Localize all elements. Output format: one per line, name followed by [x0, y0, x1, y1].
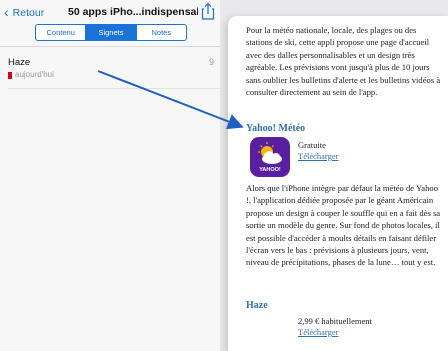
app-icon-text: YAHOO! [259, 167, 281, 173]
bookmark-flag-icon [8, 72, 12, 79]
app-price: 2,99 € habituellement [298, 316, 372, 326]
share-icon[interactable] [200, 2, 216, 20]
download-link[interactable]: Télécharger [298, 151, 338, 161]
article-description: Alors que l'iPhone intègre par défaut la… [246, 183, 441, 268]
app-heading-yahoo: Yahoo! Météo [246, 123, 306, 134]
tab-notes[interactable]: Notes [137, 25, 186, 40]
download-link[interactable]: Télécharger [298, 327, 338, 337]
bookmarks-panel: ‹Retour 50 apps iPho...indispensables Co… [0, 0, 220, 351]
tab-contenu[interactable]: Contenu [36, 25, 87, 40]
chevron-left-icon: ‹ [4, 4, 9, 20]
yahoo-weather-app-icon: YAHOO! [250, 137, 290, 177]
article-intro: Pour la météo nationale, locale, des pla… [246, 25, 441, 98]
book-title: 50 apps iPho...indispensables [68, 6, 198, 18]
bookmark-page-number: 9 [208, 57, 214, 67]
bookmark-item[interactable]: Haze 9 aujourd'hui [0, 47, 220, 89]
divider [8, 88, 220, 89]
back-label: Retour [12, 7, 45, 19]
app-heading-haze: Haze [246, 300, 268, 311]
navigation-bar: ‹Retour 50 apps iPho...indispensables Co… [0, 0, 220, 44]
bookmark-date: aujourd'hui [15, 70, 54, 79]
tab-signets[interactable]: Signets [86, 25, 137, 40]
back-button[interactable]: ‹ Retour [4, 3, 44, 21]
segmented-control: Contenu Signets Notes [35, 24, 187, 41]
app-price: Gratuite [298, 140, 326, 150]
bookmark-title: Haze [8, 57, 31, 68]
article-page: Pour la météo nationale, locale, des pla… [228, 16, 448, 351]
